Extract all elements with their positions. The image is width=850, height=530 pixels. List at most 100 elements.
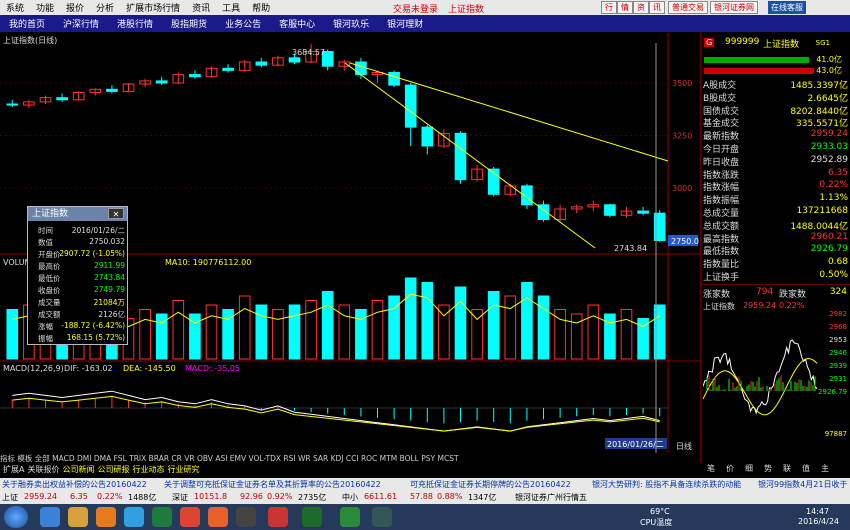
dif-label: DIF: -163.02 (64, 364, 113, 373)
candle-body (7, 104, 18, 105)
news-ticker[interactable]: 关于融券卖出权益补偿的公告20160422 关于调整可充抵保证金证券名单及其折算率… (0, 478, 850, 491)
start-button[interactable] (4, 506, 28, 528)
ticker-item[interactable]: 关于调整可充抵保证金证券名单及其折算率的公告20160422 (164, 479, 381, 490)
popup-value: -188.72 (-6.42%) (61, 321, 125, 330)
menu-item-6[interactable]: 工具 (216, 1, 246, 14)
info-tab-4[interactable]: 行业动态 (132, 465, 164, 474)
quote-label: 基金成交 (703, 116, 739, 129)
app5-icon[interactable] (372, 507, 392, 527)
ie-icon[interactable] (40, 507, 60, 527)
volume-bar (173, 301, 184, 360)
tab-2[interactable]: 港股行情 (108, 17, 162, 30)
candle-body (405, 85, 416, 127)
ticker-item[interactable]: 可充抵保证金证券长期停牌的公告20160422 (410, 479, 571, 490)
right-foot-tab[interactable]: 笔 (707, 463, 715, 474)
idx-pct: 0.92% (267, 492, 292, 501)
info-tab-5[interactable]: 行业研究 (167, 465, 199, 474)
clock-date: 2016/4/24 (798, 517, 839, 526)
ma-label: MA10: 190776112.00 (165, 258, 251, 267)
info-tab-2[interactable]: 公司新闻 (62, 465, 94, 474)
top-button-0[interactable]: 行 (601, 1, 617, 14)
tab-6[interactable]: 银河玖乐 (324, 17, 378, 30)
info-tab-1[interactable]: 关联报价 (27, 465, 59, 474)
close-icon[interactable]: ✕ (108, 208, 124, 219)
right-foot-tab[interactable]: 价 (726, 463, 734, 474)
popup-value: 2016/01/26/二 (72, 225, 125, 236)
popup-value: 21084万 (94, 297, 125, 308)
info-tab-0[interactable]: 扩展A (3, 465, 24, 474)
idx-change: 57.88 (410, 492, 433, 501)
top-button-1[interactable]: 情 (617, 1, 633, 14)
candle-body (455, 133, 466, 179)
idx-amount: 2735亿 (298, 492, 326, 503)
tab-3[interactable]: 股指期货 (162, 17, 216, 30)
media-icon[interactable] (96, 507, 116, 527)
idx-price: 2959.24 (24, 492, 57, 501)
tab-5[interactable]: 客服中心 (270, 17, 324, 30)
right-foot-tab[interactable]: 势 (764, 463, 772, 474)
right-foot-tab[interactable]: 主 (821, 463, 829, 474)
quote-value: 1488.0044亿 (790, 219, 848, 232)
y-tick-label: 3500 (672, 79, 692, 88)
broker-label: 银河证券广州行情五 (515, 492, 587, 503)
volume-bar (605, 314, 616, 359)
tab-4[interactable]: 业务公告 (216, 17, 270, 30)
right-foot-tab[interactable]: 联 (783, 463, 791, 474)
stock-app-icon[interactable] (268, 507, 288, 527)
volume-bar (522, 283, 533, 360)
top-button-3[interactable]: 讯 (649, 1, 665, 14)
chrome-icon[interactable] (180, 507, 200, 527)
online-service-button[interactable]: 在线客服 (768, 1, 806, 14)
app-icon[interactable] (152, 507, 172, 527)
idx-price: 10151.8 (194, 492, 227, 501)
indicator-tabs[interactable]: 指标 模板 全部 MACD DMI DMA FSL TRIX BRAR CR V… (0, 453, 700, 464)
candle-body (422, 127, 433, 146)
quote-value: 2.6645亿 (808, 91, 849, 104)
menu-item-3[interactable]: 分析 (90, 1, 120, 14)
index-bar: 上证 2959.24 6.35 0.22% 1488亿 深证 10151.8 92.96 0.9… (0, 491, 850, 504)
ticker-item[interactable]: 银河99指数4月21日收于 (758, 479, 847, 490)
app3-icon[interactable] (302, 507, 322, 527)
quote-label: 最低指数 (703, 244, 739, 257)
info-tab-3[interactable]: 公司研报 (97, 465, 129, 474)
quote-value: 2960.21 (811, 232, 848, 242)
menu-item-5[interactable]: 资讯 (186, 1, 216, 14)
volume-bar (356, 310, 367, 360)
firefox-icon[interactable] (208, 507, 228, 527)
menu-item-1[interactable]: 功能 (30, 1, 60, 14)
tab-7[interactable]: 银河理财 (378, 17, 432, 30)
temperature: 69°C (650, 507, 670, 516)
top-button-2[interactable]: 资 (633, 1, 649, 14)
right-foot-tab[interactable]: 细 (745, 463, 753, 474)
qq-icon[interactable] (124, 507, 144, 527)
tab-0[interactable]: 我的首页 (0, 17, 54, 30)
popup-row: 数值 2750.032 (28, 237, 129, 248)
popup-key: 时间 (38, 225, 53, 236)
indicator-tab-list[interactable]: 指标 模板 全部 MACD DMI DMA FSL TRIX BRAR CR V… (0, 454, 459, 463)
top-button-5[interactable]: 银河证券网 (710, 1, 758, 14)
down-label: 跌家数 (779, 287, 806, 300)
popup-key: 最高价 (38, 261, 61, 272)
app2-icon[interactable] (236, 507, 256, 527)
top-button-4[interactable]: 普通交易 (668, 1, 708, 14)
right-foot-tab[interactable]: 值 (802, 463, 810, 474)
price-tag-text: 2750.0 (671, 237, 699, 246)
menu-item-4[interactable]: 扩展市场行情 (120, 1, 186, 14)
menu-item-0[interactable]: 系统 (0, 1, 30, 14)
quote-value: 0.22% (819, 180, 848, 190)
folder-icon[interactable] (68, 507, 88, 527)
quote-value: 8202.8440亿 (790, 104, 848, 117)
volume-bar (239, 296, 250, 359)
menu-item-2[interactable]: 报价 (60, 1, 90, 14)
info-tabs[interactable]: 扩展A 关联报价 公司新闻 公司研报 行业动态 行业研究 (0, 464, 700, 476)
ticker-item[interactable]: 关于融券卖出权益补偿的公告20160422 (2, 479, 147, 490)
popup-value: 2911.99 (94, 261, 125, 270)
app4-icon[interactable] (340, 507, 360, 527)
popup-value: 2749.79 (94, 285, 125, 294)
tab-1[interactable]: 沪深行情 (54, 17, 108, 30)
menu-item-7[interactable]: 帮助 (246, 1, 276, 14)
ratio-down: 43.0亿 (816, 65, 842, 76)
volume-bar (571, 314, 582, 359)
popup-key: 数值 (38, 237, 53, 248)
ticker-item[interactable]: 银河大势研判: 股指不具备连续杀跌的动能 (592, 479, 741, 490)
